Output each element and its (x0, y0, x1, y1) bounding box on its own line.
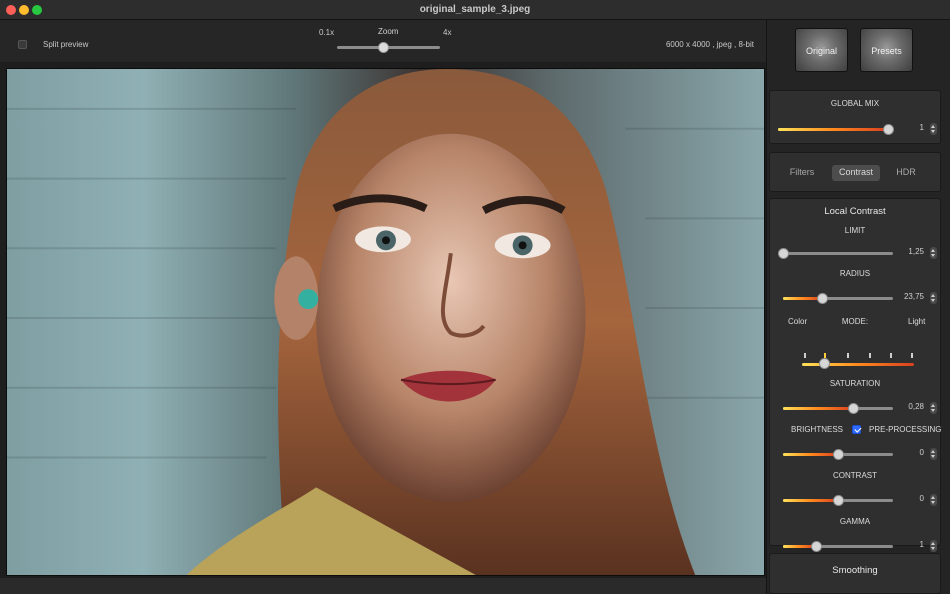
brightness-slider[interactable] (783, 449, 893, 460)
brightness-label: BRIGHTNESS (791, 425, 844, 434)
brightness-knob[interactable] (833, 449, 844, 460)
contrast-stepper[interactable] (930, 494, 937, 506)
smoothing-title: Smoothing (832, 565, 878, 576)
zoom-max-label: 4x (443, 28, 452, 37)
limit-label: LIMIT (844, 226, 866, 235)
global-mix-value[interactable]: 1 (900, 123, 926, 135)
mode-tabs-group: Filters Contrast HDR (769, 152, 941, 192)
zoom-slider-knob[interactable] (378, 42, 390, 53)
mode-light-label: Light (908, 317, 926, 326)
gamma-value[interactable]: 1 (900, 540, 926, 552)
brightness-fill (783, 453, 838, 456)
preview-toolbar: Split preview 0.1x Zoom 4x 6000 x 4000 ,… (0, 20, 766, 62)
tab-contrast[interactable]: Contrast (832, 165, 880, 181)
brightness-value[interactable]: 0 (900, 448, 926, 460)
tab-filters[interactable]: Filters (780, 165, 824, 181)
saturation-knob[interactable] (848, 403, 860, 414)
preview-photo (7, 69, 764, 575)
tab-hdr[interactable]: HDR (886, 165, 926, 181)
saturation-fill (783, 407, 854, 410)
local-contrast-group: Local Contrast LIMIT 1,25 RADIUS 23,75 C… (769, 198, 942, 552)
preview-status-bar (0, 578, 766, 594)
contrast-fill (783, 499, 838, 502)
portrait-illustration (7, 69, 764, 575)
local-contrast-title: Local Contrast (824, 206, 886, 217)
mode-tick (869, 353, 871, 358)
contrast-knob[interactable] (833, 495, 844, 506)
limit-stepper[interactable] (930, 247, 937, 259)
radius-knob[interactable] (816, 293, 828, 304)
gamma-slider[interactable] (783, 541, 893, 552)
global-mix-knob[interactable] (883, 124, 894, 135)
window-title: original_sample_3.jpeg (419, 4, 531, 15)
brightness-stepper[interactable] (930, 448, 937, 460)
limit-knob[interactable] (778, 248, 789, 259)
mode-tick (911, 353, 913, 358)
preprocessing-checkbox[interactable] (852, 425, 861, 434)
radius-value[interactable]: 23,75 (900, 292, 926, 304)
saturation-slider[interactable] (783, 403, 893, 414)
radius-slider[interactable] (783, 293, 893, 304)
image-info: 6000 x 4000 , jpeg , 8-bit (665, 40, 754, 49)
global-mix-label: GLOBAL MIX (830, 99, 880, 108)
mode-tick (890, 353, 892, 358)
global-mix-slider[interactable] (778, 124, 894, 135)
limit-value[interactable]: 1,25 (900, 247, 926, 259)
radius-fill (783, 297, 822, 300)
gamma-knob[interactable] (811, 541, 822, 552)
mode-tabs: Filters Contrast HDR (780, 165, 932, 181)
saturation-stepper[interactable] (930, 402, 937, 414)
split-preview-checkbox[interactable] (18, 40, 27, 49)
original-button[interactable]: Original (795, 28, 848, 72)
preprocessing-label: PRE-PROCESSING (869, 425, 942, 434)
saturation-label: SATURATION (829, 379, 881, 388)
radius-stepper[interactable] (930, 292, 937, 304)
global-mix-stepper[interactable] (930, 123, 937, 135)
global-mix-fill (778, 128, 888, 131)
adjustments-panel: Original Presets GLOBAL MIX 1 Filters Co… (766, 20, 950, 594)
contrast-value[interactable]: 0 (900, 494, 926, 506)
gamma-label: GAMMA (839, 517, 871, 526)
saturation-value[interactable]: 0,28 (900, 402, 926, 414)
mode-tick (847, 353, 849, 358)
radius-label: RADIUS (839, 269, 871, 278)
limit-slider[interactable] (778, 248, 893, 259)
mode-tick (804, 353, 806, 358)
zoom-label: Zoom (378, 27, 399, 36)
gamma-stepper[interactable] (930, 540, 937, 552)
presets-button[interactable]: Presets (860, 28, 913, 72)
contrast-label: CONTRAST (833, 471, 877, 480)
title-bar: original_sample_3.jpeg (0, 0, 950, 20)
zoom-min-label: 0.1x (319, 28, 335, 37)
split-preview-label: Split preview (43, 40, 89, 49)
contrast-slider[interactable] (783, 495, 893, 506)
smoothing-group[interactable]: Smoothing (769, 553, 941, 594)
mode-slider-knob[interactable] (819, 358, 831, 369)
image-preview[interactable] (6, 68, 765, 576)
global-mix-group: GLOBAL MIX 1 (769, 90, 941, 144)
